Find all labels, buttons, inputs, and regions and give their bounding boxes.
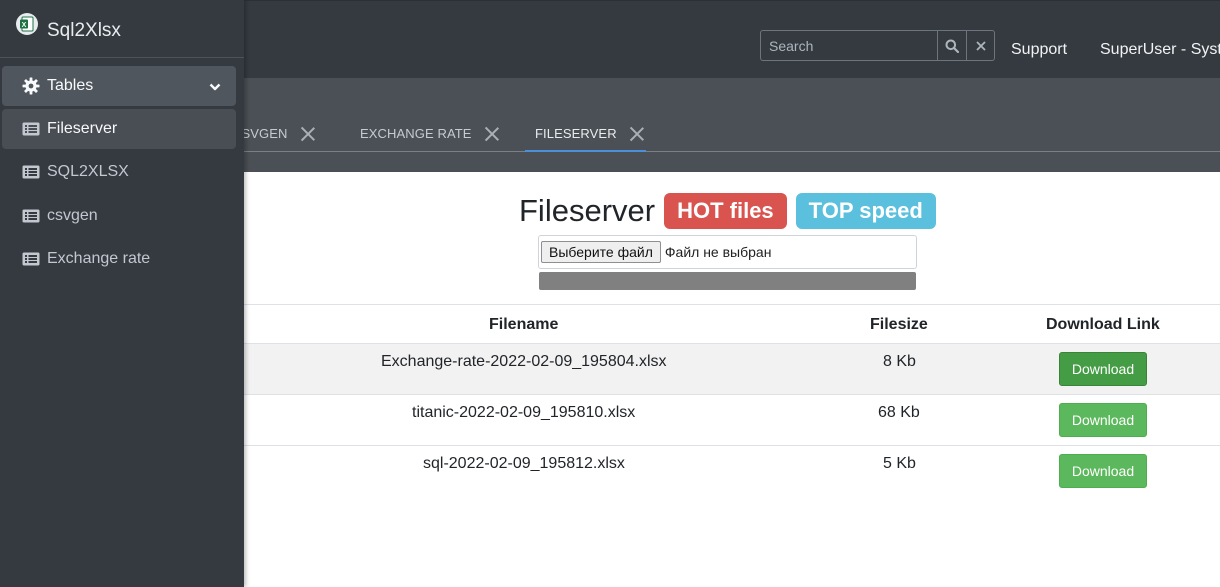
sidebar-group-tables[interactable]: Tables bbox=[2, 66, 236, 106]
filesize-cell: 8 Kb bbox=[883, 353, 916, 370]
chevron-down-icon bbox=[209, 79, 221, 97]
files-table: Filename Filesize Download Link Exchange… bbox=[244, 304, 1220, 497]
table-row: titanic-2022-02-09_195810.xlsx 68 Kb Dow… bbox=[244, 395, 1220, 446]
header-download-link: Download Link bbox=[1046, 316, 1160, 333]
tab-fileserver[interactable]: FILESERVER bbox=[535, 124, 644, 152]
tab-label: EXCHANGE RATE bbox=[360, 126, 472, 141]
close-icon bbox=[975, 40, 986, 51]
filename-cell: titanic-2022-02-09_195810.xlsx bbox=[412, 404, 636, 421]
brand[interactable]: X Sql2Xlsx bbox=[0, 0, 244, 58]
close-icon[interactable] bbox=[300, 126, 315, 141]
file-status-text: Файл не выбран bbox=[664, 244, 772, 260]
header-filename: Filename bbox=[489, 316, 559, 333]
sidebar-item-label: SQL2XLSX bbox=[47, 163, 129, 180]
table-row: Exchange-rate-2022-02-09_195804.xlsx 8 K… bbox=[244, 344, 1220, 395]
search-icon bbox=[945, 39, 959, 53]
page-title: Fileserver bbox=[519, 193, 656, 228]
choose-file-button[interactable]: Выберите файл bbox=[541, 241, 661, 263]
download-button[interactable]: Download bbox=[1059, 454, 1147, 488]
close-icon[interactable] bbox=[484, 126, 499, 141]
list-icon bbox=[22, 208, 40, 224]
list-icon bbox=[22, 121, 40, 137]
sidebar: X Sql2Xlsx Tables Fileserver SQL2XLSX cs… bbox=[0, 0, 244, 587]
app-root: Support SuperUser - System CSVGEN EXCHAN… bbox=[0, 0, 1220, 587]
list-icon bbox=[22, 251, 40, 267]
search-input[interactable] bbox=[760, 30, 937, 61]
close-icon[interactable] bbox=[629, 126, 644, 141]
brand-name: Sql2Xlsx bbox=[47, 20, 121, 41]
active-tab-indicator bbox=[525, 150, 646, 152]
upload-progress-bar bbox=[539, 272, 916, 290]
sidebar-group-label: Tables bbox=[47, 77, 94, 94]
filesize-cell: 68 Kb bbox=[878, 404, 920, 421]
header-filesize: Filesize bbox=[870, 316, 928, 333]
sidebar-item-label: Fileserver bbox=[47, 120, 118, 137]
table-row: sql-2022-02-09_195812.xlsx 5 Kb Download bbox=[244, 446, 1220, 497]
sidebar-item-sql2xlsx[interactable]: SQL2XLSX bbox=[2, 152, 236, 192]
file-upload-field: Выберите файл Файл не выбран bbox=[538, 235, 917, 269]
filesize-cell: 5 Kb bbox=[883, 455, 916, 472]
sidebar-item-label: csvgen bbox=[47, 207, 98, 224]
top-speed-badge: TOP speed bbox=[795, 193, 936, 229]
table-header: Filename Filesize Download Link bbox=[244, 304, 1220, 344]
sidebar-item-csvgen[interactable]: csvgen bbox=[2, 196, 236, 236]
svg-text:X: X bbox=[22, 22, 27, 29]
sidebar-item-label: Exchange rate bbox=[47, 250, 151, 267]
clear-search-button[interactable] bbox=[967, 30, 995, 61]
list-icon bbox=[22, 164, 40, 180]
gear-icon bbox=[22, 77, 40, 95]
tab-exchange-rate[interactable]: EXCHANGE RATE bbox=[360, 124, 499, 152]
download-button[interactable]: Download bbox=[1059, 403, 1147, 437]
filename-cell: sql-2022-02-09_195812.xlsx bbox=[423, 455, 625, 472]
hot-files-badge: HOT files bbox=[664, 193, 787, 229]
user-menu-link[interactable]: SuperUser - System bbox=[1100, 41, 1220, 59]
download-button[interactable]: Download bbox=[1059, 352, 1147, 386]
support-link[interactable]: Support bbox=[1011, 41, 1067, 59]
page-heading: Fileserver HOT files TOP speed bbox=[519, 193, 936, 229]
filename-cell: Exchange-rate-2022-02-09_195804.xlsx bbox=[381, 353, 667, 370]
excel-icon: X bbox=[16, 13, 38, 35]
tab-csvgen[interactable]: CSVGEN bbox=[232, 124, 315, 152]
tab-label: FILESERVER bbox=[535, 126, 617, 141]
search-button[interactable] bbox=[937, 30, 967, 61]
sidebar-item-fileserver[interactable]: Fileserver bbox=[2, 109, 236, 149]
search-bar bbox=[760, 30, 995, 61]
upload-progress-fill bbox=[539, 272, 916, 290]
sidebar-item-exchange-rate[interactable]: Exchange rate bbox=[2, 239, 236, 279]
